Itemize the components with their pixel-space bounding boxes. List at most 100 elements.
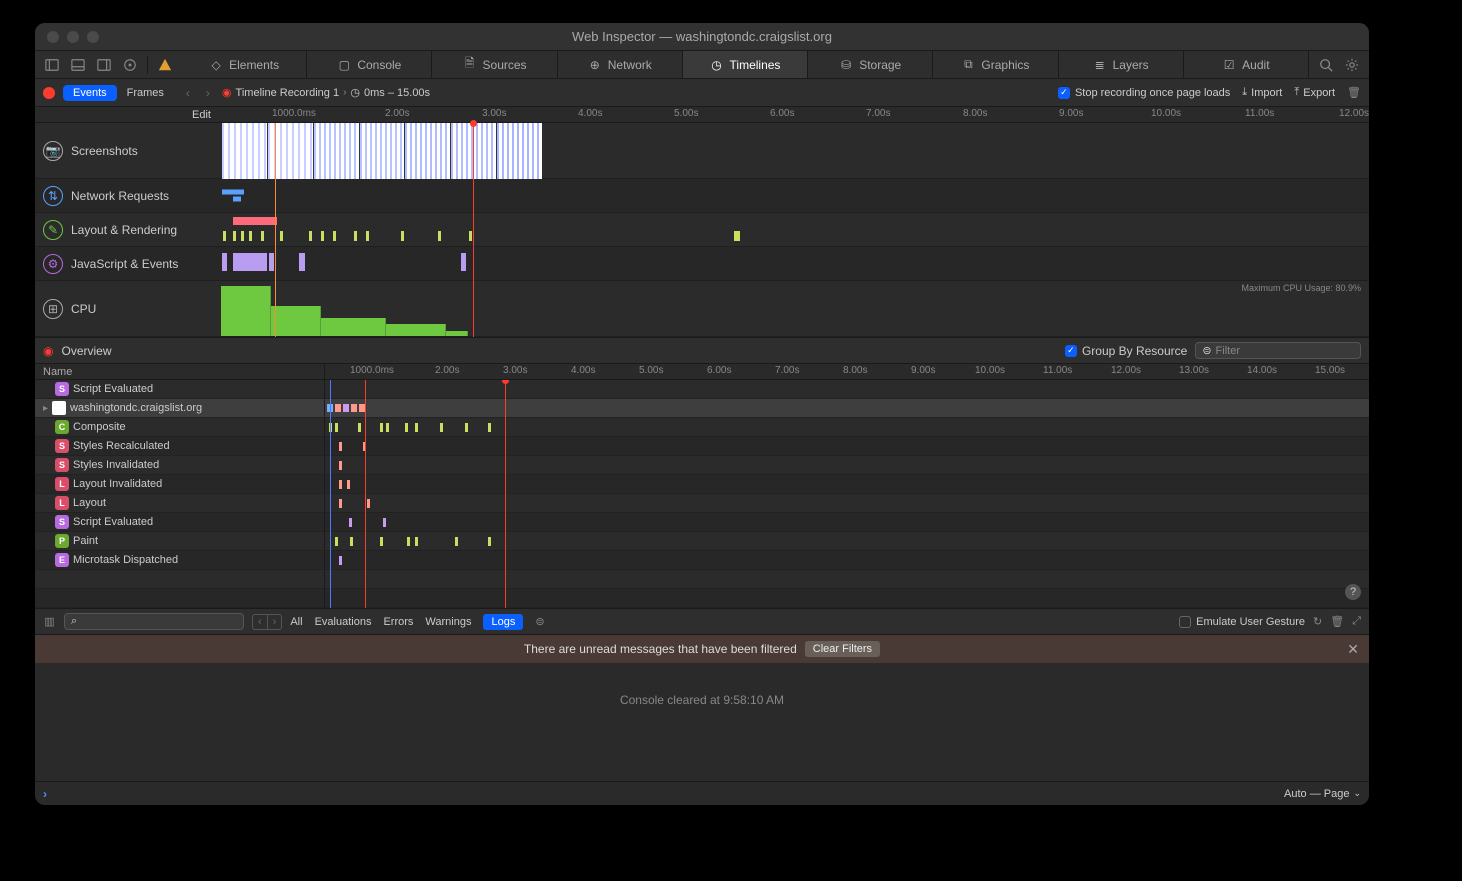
tab-elements[interactable]: ◇Elements [182, 51, 307, 78]
nav-forward[interactable]: › [202, 86, 214, 100]
layout-badge: L [55, 477, 69, 491]
range-end-handle[interactable] [473, 123, 474, 337]
tab-bar: ◇Elements ▢Console 🗎Sources ⊕Network ◷Ti… [182, 51, 1309, 78]
dock-bottom-icon[interactable] [67, 54, 89, 76]
disclosure-icon[interactable]: ▸ [43, 403, 48, 414]
view-mode-segment: Events Frames [63, 85, 174, 101]
import-button[interactable]: ⤓Import [1242, 86, 1282, 99]
tab-audit[interactable]: ☑Audit [1184, 51, 1309, 78]
mode-frames[interactable]: Frames [117, 85, 174, 101]
detail-ruler[interactable]: Name 1000.0ms 2.00s 3.00s 4.00s 5.00s 6.… [35, 364, 1369, 380]
style-badge: S [55, 458, 69, 472]
unchecked-icon [1179, 616, 1191, 628]
export-button[interactable]: ⤒Export [1294, 86, 1335, 99]
traffic-lights [35, 31, 99, 43]
clear-icon[interactable]: 🗑 [1330, 615, 1344, 628]
clock-icon: ◷ [350, 86, 360, 99]
tab-timelines[interactable]: ◷Timelines [683, 51, 808, 78]
screenshot-thumbnails[interactable] [222, 123, 542, 179]
record-button[interactable] [43, 87, 55, 99]
nav-back[interactable]: ‹ [182, 86, 194, 100]
time-range[interactable]: 0ms – 15.00s [364, 87, 430, 99]
filter-input[interactable]: ⊜ Filter [1195, 342, 1361, 359]
emulate-gesture-checkbox[interactable]: Emulate User Gesture [1179, 616, 1305, 628]
tab-layers[interactable]: ≣Layers [1059, 51, 1184, 78]
prev-result[interactable]: ‹ [252, 614, 268, 630]
mode-events[interactable]: Events [63, 85, 117, 101]
clear-filters-button[interactable]: Clear Filters [805, 641, 880, 657]
detail-row[interactable]: SScript Evaluated [35, 513, 1369, 532]
edit-instruments[interactable]: Edit [35, 107, 221, 122]
trash-icon[interactable]: 🗑 [1347, 86, 1361, 99]
search-icon[interactable] [1315, 54, 1337, 76]
execution-context-select[interactable]: Auto — Page ⌄ [1284, 788, 1361, 800]
filter-icon: ⊜ [1202, 344, 1211, 357]
filter-notice: There are unread messages that have been… [35, 635, 1369, 663]
detail-rows: SScript Evaluated ▸washingtondc.craigsli… [35, 380, 1369, 608]
minimize-window[interactable] [67, 31, 79, 43]
detail-row[interactable]: CComposite [35, 418, 1369, 437]
tab-console[interactable]: ▢Console [307, 51, 432, 78]
camera-icon: 📷 [43, 141, 63, 161]
toggle-sidebar-icon[interactable]: ▥ [43, 615, 56, 628]
js-row[interactable]: ⚙ JavaScript & Events [35, 247, 1369, 281]
render-row[interactable]: ✎ Layout & Rendering [35, 213, 1369, 247]
red-playhead-2[interactable] [505, 380, 506, 608]
reload-icon[interactable]: ↻ [1313, 615, 1322, 628]
filter-errors[interactable]: Errors [383, 616, 413, 628]
upload-icon: ⤒ [1294, 86, 1299, 99]
dock-left-icon[interactable] [93, 54, 115, 76]
overview-bar: ◉ Overview ✓ Group By Resource ⊜ Filter [35, 337, 1369, 364]
overview-label[interactable]: Overview [61, 344, 111, 358]
tab-storage[interactable]: ⛁Storage [808, 51, 933, 78]
prompt-icon: › [43, 787, 47, 801]
name-column-header[interactable]: Name [35, 364, 325, 379]
composite-badge: C [55, 420, 69, 434]
detail-row[interactable]: SScript Evaluated [35, 380, 1369, 399]
screenshots-row[interactable]: 📷 Screenshots [35, 123, 1369, 179]
chevron-icon: ⌄ [1353, 788, 1361, 799]
network-row[interactable]: ⇅ Network Requests [35, 179, 1369, 213]
blue-playhead[interactable] [330, 380, 331, 608]
filter-all[interactable]: All [290, 616, 302, 628]
detail-row[interactable]: SStyles Recalculated [35, 437, 1369, 456]
detail-row[interactable]: ▸washingtondc.craigslist.org [35, 399, 1369, 418]
cpu-icon: ⊞ [43, 299, 63, 319]
element-picker-icon[interactable] [119, 54, 141, 76]
cpu-row[interactable]: ⊞ CPU Maximum CPU Usage: 80.9% [35, 281, 1369, 337]
empty-row [35, 570, 1369, 589]
detail-row[interactable]: EMicrotask Dispatched [35, 551, 1369, 570]
dock-side-icon[interactable] [41, 54, 63, 76]
console-search[interactable]: ⌕ [64, 613, 244, 630]
console-input-row: › Auto — Page ⌄ [35, 781, 1369, 805]
filter-evaluations[interactable]: Evaluations [315, 616, 372, 628]
dismiss-notice[interactable]: ✕ [1347, 641, 1359, 658]
filter-logs[interactable]: Logs [483, 614, 523, 630]
stop-on-load-checkbox[interactable]: ✓ Stop recording once page loads [1058, 87, 1230, 99]
tab-graphics[interactable]: ⧉Graphics [933, 51, 1058, 78]
settings-icon[interactable] [1341, 54, 1363, 76]
upper-ruler[interactable]: Edit 1000.0ms 2.00s 3.00s 4.00s 5.00s 6.… [35, 107, 1369, 123]
expand-icon[interactable]: ⤢ [1352, 615, 1361, 628]
tab-sources[interactable]: 🗎Sources [432, 51, 557, 78]
filter-menu-icon[interactable]: ⊜ [535, 615, 544, 628]
filter-warnings[interactable]: Warnings [425, 616, 471, 628]
console-toolbar: ▥ ⌕ ‹ › All Evaluations Errors Warnings … [35, 608, 1369, 635]
zoom-window[interactable] [87, 31, 99, 43]
detail-row[interactable]: LLayout [35, 494, 1369, 513]
close-window[interactable] [47, 31, 59, 43]
warning-icon[interactable] [154, 54, 176, 76]
next-result[interactable]: › [268, 614, 283, 630]
detail-row[interactable]: LLayout Invalidated [35, 475, 1369, 494]
empty-row [35, 589, 1369, 608]
range-start-handle[interactable] [275, 123, 276, 337]
group-by-resource-checkbox[interactable]: ✓ Group By Resource [1065, 344, 1187, 358]
inspector-window: Web Inspector — washingtondc.craigslist.… [35, 23, 1369, 805]
target-icon: ◉ [43, 344, 53, 358]
red-playhead-1[interactable] [365, 380, 366, 608]
detail-row[interactable]: PPaint [35, 532, 1369, 551]
help-icon[interactable]: ? [1345, 584, 1361, 600]
tab-network[interactable]: ⊕Network [558, 51, 683, 78]
recording-name[interactable]: Timeline Recording 1 [236, 87, 340, 99]
detail-row[interactable]: SStyles Invalidated [35, 456, 1369, 475]
